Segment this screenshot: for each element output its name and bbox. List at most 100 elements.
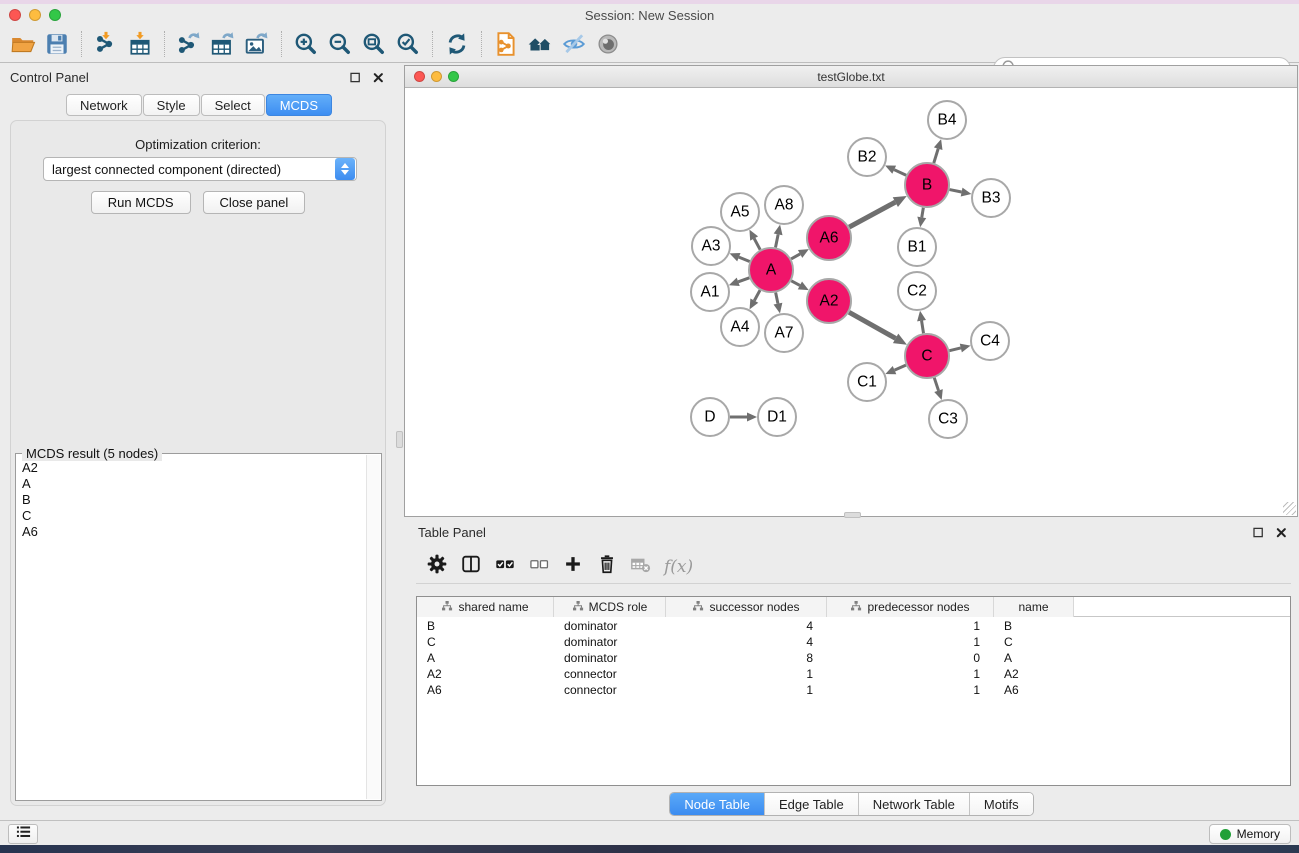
table-cell[interactable]: 4: [666, 618, 827, 634]
edge-A-A4[interactable]: [754, 290, 760, 300]
table-cell[interactable]: A2: [994, 666, 1074, 682]
close-table-panel-icon[interactable]: [1274, 525, 1289, 545]
tab-node-table[interactable]: Node Table: [670, 793, 765, 815]
table-cell[interactable]: 1: [827, 634, 994, 650]
delete-columns-button[interactable]: [592, 553, 622, 581]
table-cell[interactable]: A6: [994, 682, 1074, 698]
graph-node-A[interactable]: A: [749, 248, 793, 292]
graph-node-C1[interactable]: C1: [848, 363, 886, 401]
splitter-handle-vertical[interactable]: [396, 431, 403, 448]
float-table-panel-icon[interactable]: [1251, 525, 1266, 545]
table-cell[interactable]: 1: [827, 618, 994, 634]
optimization-criterion-dropdown[interactable]: largest connected component (directed): [43, 157, 357, 181]
edge-A6-B[interactable]: [849, 202, 895, 227]
tab-select[interactable]: Select: [201, 94, 265, 116]
graph-node-C[interactable]: C: [905, 334, 949, 378]
tab-network-table[interactable]: Network Table: [859, 793, 970, 815]
graph-node-A2[interactable]: A2: [807, 279, 851, 323]
memory-button[interactable]: Memory: [1209, 824, 1291, 844]
edge-C-C1[interactable]: [895, 365, 906, 370]
table-cell[interactable]: C: [417, 634, 554, 650]
result-list-scrollbar[interactable]: [366, 455, 380, 799]
show-column-button[interactable]: [456, 553, 486, 581]
graph-node-B2[interactable]: B2: [848, 138, 886, 176]
table-cell[interactable]: 1: [666, 682, 827, 698]
tab-style[interactable]: Style: [143, 94, 200, 116]
edge-B-B4[interactable]: [934, 149, 938, 163]
table-cell[interactable]: A: [417, 650, 554, 666]
table-cell[interactable]: B: [994, 618, 1074, 634]
zoom-out-button[interactable]: [323, 29, 357, 59]
graph-node-C4[interactable]: C4: [971, 322, 1009, 360]
edge-A-A7[interactable]: [776, 293, 778, 304]
graph-node-D1[interactable]: D1: [758, 398, 796, 436]
graph-node-A6[interactable]: A6: [807, 216, 851, 260]
graph-node-A1[interactable]: A1: [691, 273, 729, 311]
edge-C-C3[interactable]: [934, 378, 938, 391]
table-cell[interactable]: dominator: [554, 634, 666, 650]
graph-node-B1[interactable]: B1: [898, 228, 936, 266]
zoom-selected-button[interactable]: [391, 29, 425, 59]
graph-node-A3[interactable]: A3: [692, 227, 730, 265]
graph-node-B3[interactable]: B3: [972, 179, 1010, 217]
edge-B-B1[interactable]: [922, 208, 924, 218]
export-table-button[interactable]: [206, 29, 240, 59]
table-row[interactable]: Adominator80A: [417, 650, 1290, 666]
graph-node-D[interactable]: D: [691, 398, 729, 436]
table-cell[interactable]: connector: [554, 666, 666, 682]
table-cell[interactable]: 8: [666, 650, 827, 666]
create-new-column-button[interactable]: [558, 553, 588, 581]
window-resize-grip[interactable]: [1283, 502, 1296, 515]
table-cell[interactable]: dominator: [554, 618, 666, 634]
edge-A-A8[interactable]: [776, 234, 779, 247]
edge-A-A3[interactable]: [739, 257, 750, 261]
edge-A-A2[interactable]: [791, 281, 800, 286]
first-neighbors-button[interactable]: [523, 29, 557, 59]
tab-mcds[interactable]: MCDS: [266, 94, 332, 116]
column-header-shared-name[interactable]: shared name: [417, 597, 554, 617]
result-list-item[interactable]: A2: [17, 460, 365, 476]
tab-motifs[interactable]: Motifs: [970, 793, 1033, 815]
table-options-button[interactable]: [422, 553, 452, 581]
table-cell[interactable]: 0: [827, 650, 994, 666]
result-list-item[interactable]: B: [17, 492, 365, 508]
refresh-button[interactable]: [440, 29, 474, 59]
unselect-all-columns-button[interactable]: [524, 553, 554, 581]
edge-B-B2[interactable]: [894, 170, 906, 176]
edge-A-A1[interactable]: [738, 278, 749, 282]
graph-node-A8[interactable]: A8: [765, 186, 803, 224]
result-list-item[interactable]: A6: [17, 524, 365, 540]
edge-C-C4[interactable]: [949, 348, 960, 351]
run-mcds-button[interactable]: Run MCDS: [91, 191, 191, 214]
graph-node-B[interactable]: B: [905, 163, 949, 207]
tab-edge-table[interactable]: Edge Table: [765, 793, 859, 815]
export-image-button[interactable]: [240, 29, 274, 59]
table-cell[interactable]: B: [417, 618, 554, 634]
network-canvas[interactable]: B4B2BB3B1A5A8A6A3AA1A2C2A4A7C4CC1C3DD1: [405, 88, 1297, 516]
table-row[interactable]: A6connector11A6: [417, 682, 1290, 698]
table-row[interactable]: Bdominator41B: [417, 618, 1290, 634]
new-network-from-selection-button[interactable]: [489, 29, 523, 59]
table-cell[interactable]: dominator: [554, 650, 666, 666]
edge-A-A6[interactable]: [791, 254, 800, 259]
edge-C-C2[interactable]: [922, 321, 924, 334]
graph-node-A7[interactable]: A7: [765, 314, 803, 352]
close-panel-icon[interactable]: [371, 70, 386, 85]
show-panels-button[interactable]: [8, 824, 38, 844]
tab-network[interactable]: Network: [66, 94, 142, 116]
close-panel-button[interactable]: Close panel: [203, 191, 306, 214]
table-cell[interactable]: 4: [666, 634, 827, 650]
table-cell[interactable]: A2: [417, 666, 554, 682]
edge-A2-C[interactable]: [849, 312, 896, 338]
edge-A-A5[interactable]: [754, 238, 760, 249]
table-cell[interactable]: C: [994, 634, 1074, 650]
column-header-MCDS-role[interactable]: MCDS role: [554, 597, 666, 617]
edge-B-B3[interactable]: [950, 190, 962, 192]
table-cell[interactable]: A6: [417, 682, 554, 698]
table-cell[interactable]: connector: [554, 682, 666, 698]
column-header-name[interactable]: name: [994, 597, 1074, 617]
import-network-button[interactable]: [89, 29, 123, 59]
export-network-button[interactable]: [172, 29, 206, 59]
graph-node-C3[interactable]: C3: [929, 400, 967, 438]
graph-node-C2[interactable]: C2: [898, 272, 936, 310]
